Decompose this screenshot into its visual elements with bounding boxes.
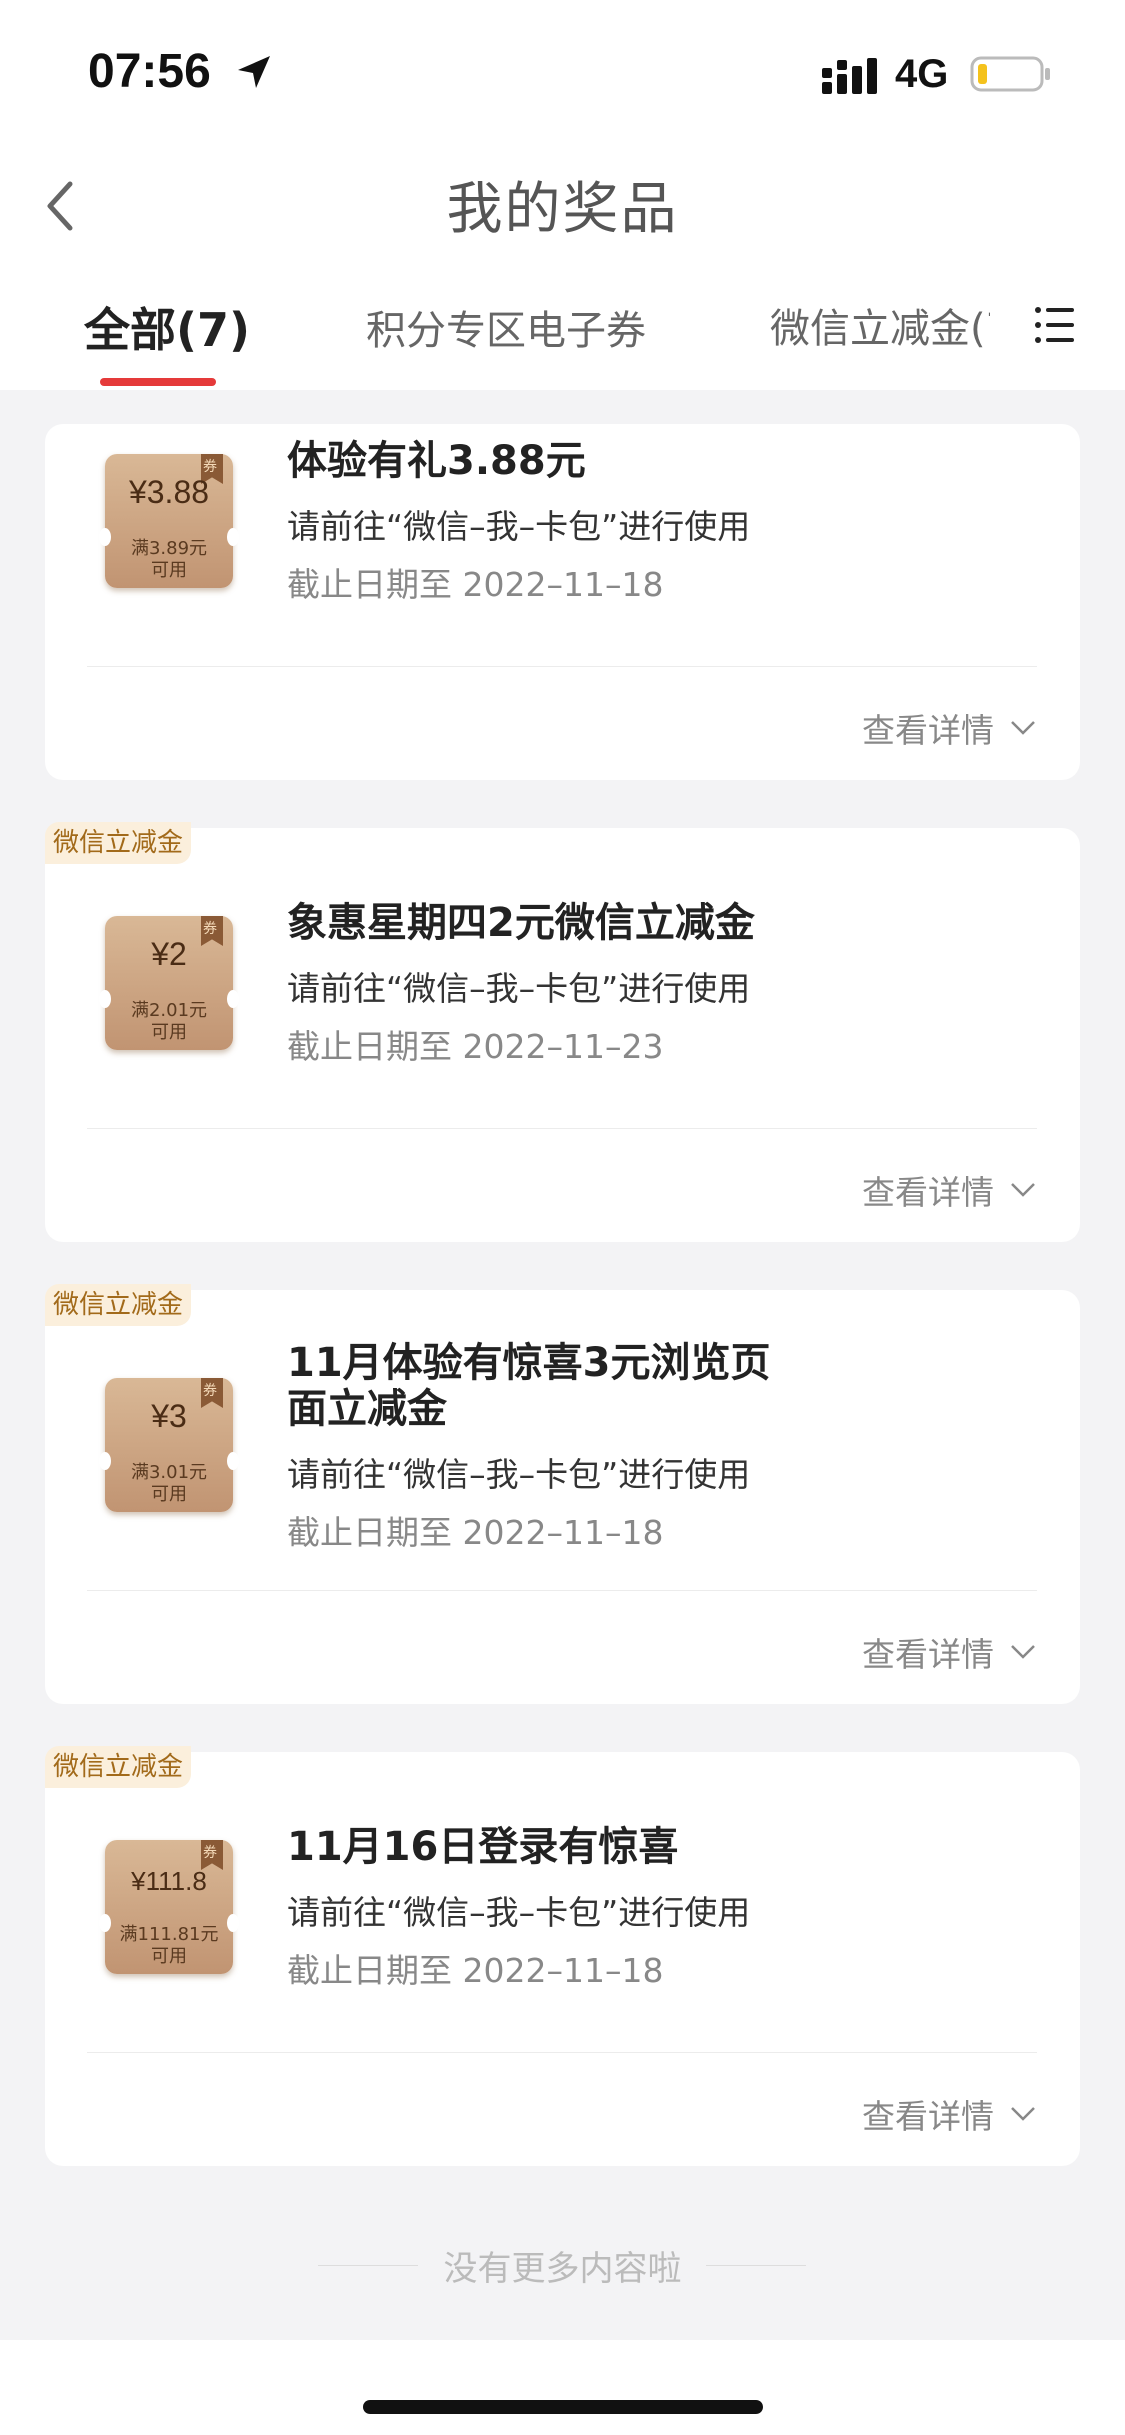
coupon-amount: ¥2	[151, 936, 187, 972]
divider	[87, 666, 1037, 667]
divider	[87, 1590, 1037, 1591]
prize-title: 11月体验有惊喜3元浏览页 面立减金	[287, 1340, 771, 1432]
prize-card[interactable]: 券 ¥2 满2.01元 可用 象惠星期四2元微信立减金 请前往“微信–我–卡包”进…	[45, 828, 1080, 1242]
divider	[87, 2052, 1037, 2053]
view-details-button[interactable]: 查看详情	[862, 1628, 1036, 1676]
location-arrow-icon	[238, 56, 270, 88]
view-details-button[interactable]: 查看详情	[862, 2090, 1036, 2138]
coupon-badge: 券 ¥2 满2.01元 可用	[99, 916, 239, 1050]
tab-all[interactable]: 全部(7)	[84, 294, 250, 360]
nav-bar: 我的奖品	[0, 140, 1125, 270]
tab-bar: 全部(7) 积分专区电子券 微信立减金(7	[0, 270, 1125, 390]
prize-usage: 请前往“微信–我–卡包”进行使用	[287, 1455, 751, 1494]
page-title: 我的奖品	[446, 177, 679, 242]
status-bar: 07:56 4G	[0, 0, 1125, 140]
list-menu-icon[interactable]	[1034, 304, 1076, 346]
prize-deadline: 截止日期至 2022–11–18	[287, 1951, 664, 1990]
active-tab-indicator	[100, 378, 216, 386]
list-end-footer: 没有更多内容啦	[0, 2233, 1125, 2293]
prize-title: 象惠星期四2元微信立减金	[287, 900, 755, 946]
home-indicator[interactable]	[363, 2400, 763, 2414]
divider	[87, 1128, 1037, 1129]
status-time: 07:56	[88, 45, 211, 98]
prize-card[interactable]: 券 ¥3.88 满3.89元 可用 体验有礼3.88元 请前往“微信–我–卡包”进…	[45, 424, 1080, 780]
coupon-condition: 满3.01元 可用	[130, 1462, 208, 1505]
no-more-content-text: 没有更多内容啦	[443, 2249, 682, 2289]
prize-deadline: 截止日期至 2022–11–18	[287, 565, 664, 604]
prize-deadline: 截止日期至 2022–11–23	[287, 1027, 664, 1066]
chevron-down-icon	[1011, 721, 1035, 735]
prize-card[interactable]: 券 ¥111.8 满111.81元 可用 11月16日登录有惊喜 请前往“微信–我…	[45, 1752, 1080, 2166]
coupon-badge: 券 ¥111.8 满111.81元 可用	[99, 1840, 239, 1974]
prize-usage: 请前往“微信–我–卡包”进行使用	[287, 1893, 751, 1932]
coupon-amount: ¥3	[151, 1398, 187, 1434]
tab-points-ecoupon[interactable]: 积分专区电子券	[366, 298, 646, 356]
coupon-condition: 满111.81元 可用	[119, 1924, 219, 1967]
battery-icon	[970, 56, 1050, 92]
coupon-condition: 满2.01元 可用	[130, 1000, 208, 1043]
prize-deadline: 截止日期至 2022–11–18	[287, 1513, 664, 1552]
home-indicator-area	[0, 2340, 1125, 2435]
prize-usage: 请前往“微信–我–卡包”进行使用	[287, 969, 751, 1008]
coupon-amount: ¥3.88	[128, 474, 210, 510]
signal-icon	[822, 58, 877, 94]
view-details-button[interactable]: 查看详情	[862, 704, 1036, 752]
divider	[706, 2265, 806, 2266]
view-details-button[interactable]: 查看详情	[862, 1166, 1036, 1214]
coupon-amount: ¥111.8	[131, 1866, 207, 1896]
coupon-badge: 券 ¥3 满3.01元 可用	[99, 1378, 239, 1512]
prize-usage: 请前往“微信–我–卡包”进行使用	[287, 507, 751, 546]
prize-title: 体验有礼3.88元	[287, 438, 586, 484]
network-type: 4G	[895, 52, 949, 96]
tab-wechat-discount[interactable]: 微信立减金(7	[770, 296, 990, 354]
chevron-down-icon	[1011, 1183, 1035, 1197]
prize-card[interactable]: 券 ¥3 满3.01元 可用 11月体验有惊喜3元浏览页 面立减金 请前往“微信–我…	[45, 1290, 1080, 1704]
chevron-down-icon	[1011, 1645, 1035, 1659]
wechat-discount-tag: 微信立减金	[45, 1746, 192, 1788]
wechat-discount-tag: 微信立减金	[45, 822, 192, 864]
tab-wechat-discount-wrapper: 微信立减金(7	[770, 296, 990, 356]
prize-title: 11月16日登录有惊喜	[287, 1824, 679, 1870]
coupon-badge: 券 ¥3.88 满3.89元 可用	[99, 454, 239, 588]
chevron-down-icon	[1011, 2107, 1035, 2121]
wechat-discount-tag: 微信立减金	[45, 1284, 192, 1326]
coupon-condition: 满3.89元 可用	[130, 538, 208, 581]
